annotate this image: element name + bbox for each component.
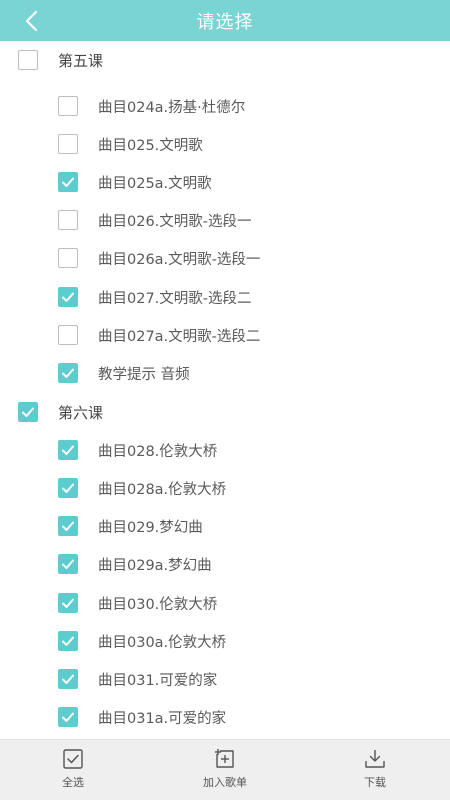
chevron-left-icon bbox=[25, 10, 38, 31]
back-button[interactable] bbox=[16, 0, 46, 41]
track-row[interactable]: 曲目026.文明歌-选段一 bbox=[0, 201, 450, 239]
track-row[interactable]: 曲目030.伦敦大桥 bbox=[0, 584, 450, 622]
track-label: 曲目030a.伦敦大桥 bbox=[98, 634, 227, 651]
track-row[interactable]: 曲目024a.扬基·杜德尔 bbox=[0, 87, 450, 125]
track-label: 曲目027.文明歌-选段二 bbox=[98, 290, 252, 307]
track-row[interactable]: 曲目027.文明歌-选段二 bbox=[0, 278, 450, 316]
check-icon bbox=[62, 177, 74, 187]
track-label: 曲目029a.梦幻曲 bbox=[98, 557, 212, 574]
track-row[interactable]: 曲目029a.梦幻曲 bbox=[0, 545, 450, 583]
add-playlist-label: 加入歌单 bbox=[203, 776, 247, 789]
add-to-playlist-button[interactable]: 加入歌单 bbox=[180, 740, 270, 800]
checkbox[interactable] bbox=[58, 516, 78, 536]
track-row[interactable]: 曲目028a.伦敦大桥 bbox=[0, 469, 450, 507]
track-row[interactable]: 曲目027a.文明歌-选段二 bbox=[0, 316, 450, 354]
download-button[interactable]: 下载 bbox=[330, 740, 420, 800]
checkbox[interactable] bbox=[58, 554, 78, 574]
checkbox-checked-icon bbox=[63, 749, 83, 769]
track-row[interactable]: 曲目026a.文明歌-选段一 bbox=[0, 239, 450, 277]
check-icon bbox=[62, 521, 74, 531]
checkbox[interactable] bbox=[58, 172, 78, 192]
check-icon bbox=[62, 368, 74, 378]
check-icon bbox=[62, 559, 74, 569]
checkbox[interactable] bbox=[58, 210, 78, 230]
check-icon bbox=[62, 598, 74, 608]
checkbox[interactable] bbox=[58, 707, 78, 727]
checkbox[interactable] bbox=[58, 631, 78, 651]
track-row[interactable]: 曲目031a.可爱的家 bbox=[0, 698, 450, 736]
track-label: 曲目031a.可爱的家 bbox=[98, 710, 227, 727]
track-label: 教学提示 音频 bbox=[98, 366, 190, 383]
check-icon bbox=[22, 407, 34, 417]
lesson-label: 第五课 bbox=[58, 51, 104, 70]
track-row[interactable]: 教学提示 音频 bbox=[0, 354, 450, 392]
lesson-label: 第六课 bbox=[58, 403, 104, 422]
track-label: 曲目026.文明歌-选段一 bbox=[98, 213, 252, 230]
track-list: 第五课 曲目024a.扬基·杜德尔 曲目025.文明歌 曲目025a.文明歌 曲… bbox=[0, 41, 450, 739]
track-label: 曲目029.梦幻曲 bbox=[98, 519, 203, 536]
bottom-toolbar: 全选 加入歌单 下载 bbox=[0, 739, 450, 800]
checkbox[interactable] bbox=[18, 50, 38, 70]
lesson-5-row[interactable]: 第五课 bbox=[0, 41, 450, 79]
checkbox[interactable] bbox=[58, 134, 78, 154]
check-icon bbox=[62, 292, 74, 302]
checkbox[interactable] bbox=[58, 669, 78, 689]
check-icon bbox=[62, 636, 74, 646]
check-icon bbox=[62, 674, 74, 684]
check-icon bbox=[62, 712, 74, 722]
checkbox[interactable] bbox=[58, 593, 78, 613]
check-icon bbox=[62, 445, 74, 455]
track-label: 曲目025a.文明歌 bbox=[98, 175, 212, 192]
app-header: 请选择 bbox=[0, 0, 450, 41]
download-icon bbox=[365, 750, 385, 768]
checkbox[interactable] bbox=[18, 402, 38, 422]
checkbox[interactable] bbox=[58, 478, 78, 498]
track-label: 曲目025.文明歌 bbox=[98, 137, 203, 154]
track-label: 曲目030.伦敦大桥 bbox=[98, 596, 218, 613]
add-playlist-icon bbox=[215, 749, 234, 768]
checkbox[interactable] bbox=[58, 287, 78, 307]
select-all-label: 全选 bbox=[62, 776, 84, 789]
track-row[interactable]: 曲目029.梦幻曲 bbox=[0, 507, 450, 545]
track-label: 曲目027a.文明歌-选段二 bbox=[98, 328, 261, 345]
checkbox[interactable] bbox=[58, 363, 78, 383]
track-row[interactable]: 曲目031.可爱的家 bbox=[0, 660, 450, 698]
page-title: 请选择 bbox=[196, 11, 254, 33]
checkbox[interactable] bbox=[58, 248, 78, 268]
checkbox[interactable] bbox=[58, 325, 78, 345]
track-row[interactable]: 曲目025.文明歌 bbox=[0, 125, 450, 163]
track-label: 曲目028a.伦敦大桥 bbox=[98, 481, 227, 498]
lesson-6-row[interactable]: 第六课 bbox=[0, 393, 450, 431]
check-icon bbox=[62, 483, 74, 493]
track-label: 曲目026a.文明歌-选段一 bbox=[98, 251, 261, 268]
select-all-button[interactable]: 全选 bbox=[28, 740, 118, 800]
download-label: 下载 bbox=[364, 776, 386, 789]
checkbox[interactable] bbox=[58, 440, 78, 460]
track-label: 曲目028.伦敦大桥 bbox=[98, 443, 218, 460]
track-row[interactable]: 曲目028.伦敦大桥 bbox=[0, 431, 450, 469]
track-label: 曲目024a.扬基·杜德尔 bbox=[98, 99, 246, 116]
checkbox[interactable] bbox=[58, 96, 78, 116]
track-label: 曲目031.可爱的家 bbox=[98, 672, 218, 689]
track-row[interactable]: 曲目030a.伦敦大桥 bbox=[0, 622, 450, 660]
track-row[interactable]: 曲目025a.文明歌 bbox=[0, 163, 450, 201]
